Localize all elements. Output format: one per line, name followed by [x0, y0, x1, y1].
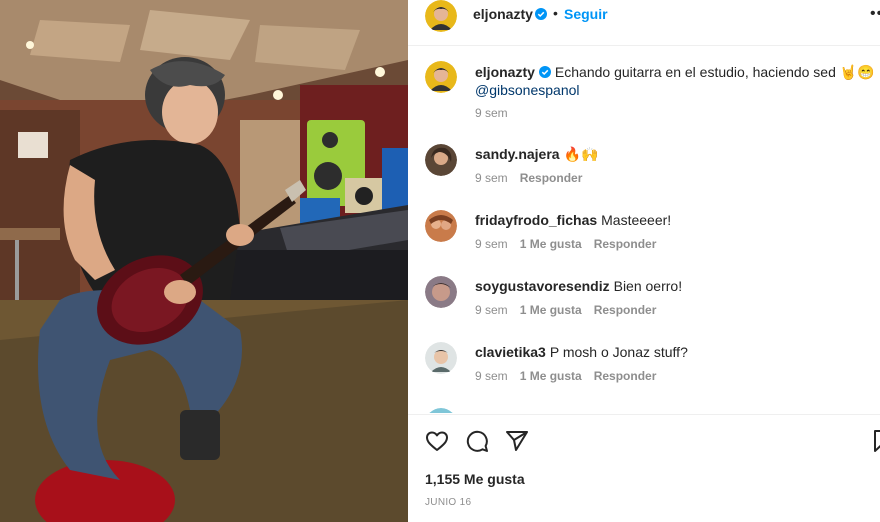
caption-meta: 9 sem	[475, 106, 520, 120]
separator-dot: •	[553, 5, 558, 21]
post-date: JUNIO 16	[425, 497, 472, 508]
commenter-avatar[interactable]	[425, 276, 457, 308]
comment-meta: 9 sem 1 Me gusta Responder	[475, 369, 668, 383]
commenter-avatar[interactable]	[425, 342, 457, 374]
comment-text: 🔥🙌	[563, 146, 599, 162]
comment-icon[interactable]	[465, 429, 489, 453]
comment-time[interactable]: 9 sem	[475, 303, 508, 317]
comment-time[interactable]: 9 sem	[475, 369, 508, 383]
post-details-panel: eljonazty • Seguir ••• eljonazty Echando …	[408, 0, 880, 522]
comment-meta: 9 sem Responder	[475, 171, 594, 185]
reply-button[interactable]: Responder	[594, 369, 657, 383]
share-icon[interactable]	[505, 429, 529, 453]
comment-text-line: fridayfrodo_fichas Masteeeer!	[475, 211, 671, 229]
commenter-avatar[interactable]	[425, 144, 457, 176]
studio-guitarist-image	[0, 0, 408, 522]
post-header: eljonazty • Seguir •••	[408, 0, 880, 46]
comment-text-line: sandy.najera 🔥🙌	[475, 145, 598, 163]
comment-text-line: clavietika3 P mosh o Jonaz stuff?	[475, 343, 688, 361]
comment-likes[interactable]: 1 Me gusta	[520, 369, 582, 383]
more-icon[interactable]: •••	[870, 5, 880, 23]
caption-mention-line: @gibsonespanol	[475, 81, 580, 99]
comment-username[interactable]: soygustavoresendiz	[475, 278, 610, 294]
bookmark-icon[interactable]	[870, 429, 880, 453]
commenter-avatar[interactable]	[425, 210, 457, 242]
comments-list[interactable]: eljonazty Echando guitarra en el estudio,…	[408, 47, 880, 413]
caption-text-line: eljonazty Echando guitarra en el estudio,…	[475, 63, 875, 81]
likes-count[interactable]: 1,155 Me gusta	[425, 471, 525, 487]
caption-text: Echando guitarra en el estudio, haciendo…	[554, 64, 875, 80]
comment-text: Masteeeer!	[601, 212, 672, 228]
comment-username[interactable]: fridayfrodo_fichas	[475, 212, 597, 228]
author-avatar[interactable]	[425, 0, 457, 32]
comment-meta: 9 sem 1 Me gusta Responder	[475, 303, 668, 317]
reply-button[interactable]: Responder	[594, 237, 657, 251]
verified-badge-icon	[538, 64, 551, 78]
caption-username[interactable]: eljonazty	[475, 64, 535, 80]
caption-time[interactable]: 9 sem	[475, 106, 508, 120]
comment-time[interactable]: 9 sem	[475, 171, 508, 185]
comment-text: Bien oerro!	[613, 278, 683, 294]
commenter-avatar[interactable]	[425, 408, 457, 413]
comment-text: P mosh o Jonaz stuff?	[549, 344, 688, 360]
comment-text-line: soygustavoresendiz Bien oerro!	[475, 277, 682, 295]
post-photo[interactable]	[0, 0, 408, 522]
reply-button[interactable]: Responder	[520, 171, 583, 185]
comment-meta: 9 sem 1 Me gusta Responder	[475, 237, 668, 251]
comment-likes[interactable]: 1 Me gusta	[520, 237, 582, 251]
comment-likes[interactable]: 1 Me gusta	[520, 303, 582, 317]
author-avatar[interactable]	[425, 61, 457, 93]
heart-icon[interactable]	[425, 429, 449, 453]
author-username[interactable]: eljonazty	[473, 6, 533, 22]
comment-time[interactable]: 9 sem	[475, 237, 508, 251]
comment-username[interactable]: clavietika3	[475, 344, 546, 360]
post-actions: 1,155 Me gusta JUNIO 16	[408, 414, 880, 522]
comment-username[interactable]: sandy.najera	[475, 146, 560, 162]
reply-button[interactable]: Responder	[594, 303, 657, 317]
verified-badge-icon	[535, 7, 547, 20]
follow-button[interactable]: Seguir	[564, 6, 608, 22]
caption-mention-link[interactable]: @gibsonespanol	[475, 82, 580, 98]
